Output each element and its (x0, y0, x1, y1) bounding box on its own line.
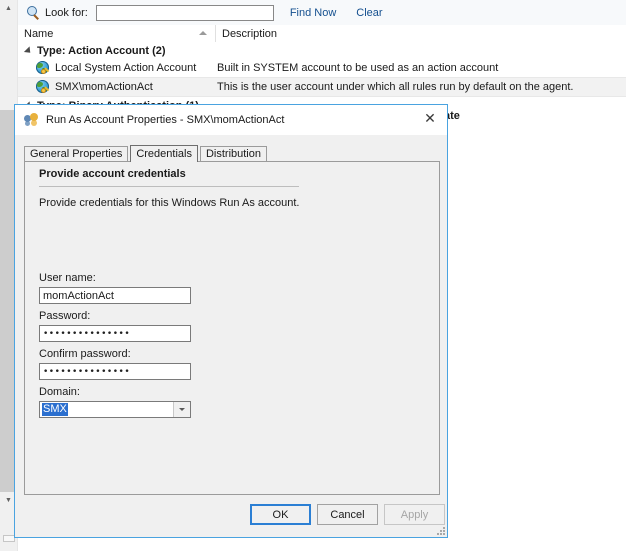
list-item-name-cell: Local System Action Account (18, 61, 210, 75)
ok-button[interactable]: OK (250, 504, 311, 525)
dialog-tabstrip: General Properties Credentials Distribut… (24, 145, 440, 162)
confirm-password-label: Confirm password: (39, 348, 131, 360)
column-header-name-label: Name (24, 27, 54, 40)
run-as-account-globe-key-icon (36, 61, 50, 75)
domain-label: Domain: (39, 386, 80, 398)
search-magnifier-icon (26, 5, 40, 20)
look-for-toolbar: Look for: Find Now Clear (18, 0, 626, 26)
tab-general-properties[interactable]: General Properties (24, 146, 129, 161)
tab-credentials-label: Credentials (136, 148, 192, 160)
table-row[interactable]: Local System Action Account Built in SYS… (18, 59, 626, 77)
confirm-password-input[interactable] (39, 363, 191, 380)
run-as-account-properties-dialog: Run As Account Properties - SMX\momActio… (14, 104, 448, 538)
scroll-up-arrow-icon[interactable]: ▲ (0, 0, 17, 17)
panel-intro-text: Provide credentials for this Windows Run… (39, 197, 300, 209)
scrollbar-track-upper[interactable] (0, 17, 17, 110)
table-row[interactable]: SMX\momActionAct This is the user accoun… (18, 77, 626, 97)
list-item-description: Built in SYSTEM account to be used as an… (217, 62, 499, 74)
credentials-panel: Provide account credentials Provide cred… (24, 161, 440, 495)
cancel-button[interactable]: Cancel (317, 504, 378, 525)
list-item-name-cell: SMX\momActionAct (18, 80, 210, 94)
dialog-title: Run As Account Properties - SMX\momActio… (46, 114, 285, 126)
search-input[interactable] (95, 4, 274, 21)
domain-combobox[interactable]: SMX (39, 401, 191, 418)
password-input[interactable] (39, 325, 191, 342)
list-group-header[interactable]: Type: Action Account (2) (18, 42, 626, 59)
clear-button[interactable]: Clear (356, 7, 382, 19)
column-header-description[interactable]: Description (216, 25, 626, 42)
look-for-label: Look for: (45, 6, 88, 19)
find-now-button[interactable]: Find Now (290, 7, 336, 19)
run-as-account-people-icon (24, 113, 39, 127)
password-label: Password: (39, 310, 91, 322)
dialog-footer: OK Cancel Apply (15, 495, 447, 537)
password-field-group: Password: (39, 310, 191, 342)
list-item-name: SMX\momActionAct (55, 81, 153, 93)
list-column-headers: Name Description (18, 25, 626, 43)
close-icon[interactable]: ✕ (417, 108, 443, 130)
tab-distribution-label: Distribution (205, 148, 261, 160)
confirm-password-field-group: Confirm password: (39, 348, 191, 380)
dialog-titlebar[interactable]: Run As Account Properties - SMX\momActio… (15, 105, 447, 135)
list-group-label: Type: Action Account (2) (37, 44, 166, 57)
domain-field-group: Domain: SMX (39, 386, 191, 418)
domain-selected-value: SMX (42, 403, 68, 416)
column-header-name[interactable]: Name (18, 25, 216, 42)
panel-divider (39, 186, 299, 187)
expander-triangle-icon[interactable] (23, 45, 34, 56)
dialog-resize-grip[interactable] (435, 525, 445, 535)
tab-general-properties-label: General Properties (30, 148, 123, 160)
tab-distribution[interactable]: Distribution (199, 146, 267, 161)
apply-button: Apply (384, 504, 445, 525)
user-name-field-group: User name: (39, 272, 191, 304)
panel-heading: Provide account credentials (39, 168, 186, 180)
sort-ascending-icon (199, 31, 207, 35)
user-name-input[interactable] (39, 287, 191, 304)
column-header-description-label: Description (222, 27, 278, 40)
chevron-down-icon[interactable] (173, 402, 190, 417)
tab-credentials[interactable]: Credentials (130, 145, 198, 162)
list-item-name: Local System Action Account (55, 62, 197, 74)
run-as-account-globe-key-icon (36, 80, 50, 94)
user-name-label: User name: (39, 272, 96, 284)
list-item-description: This is the user account under which all… (217, 81, 574, 93)
